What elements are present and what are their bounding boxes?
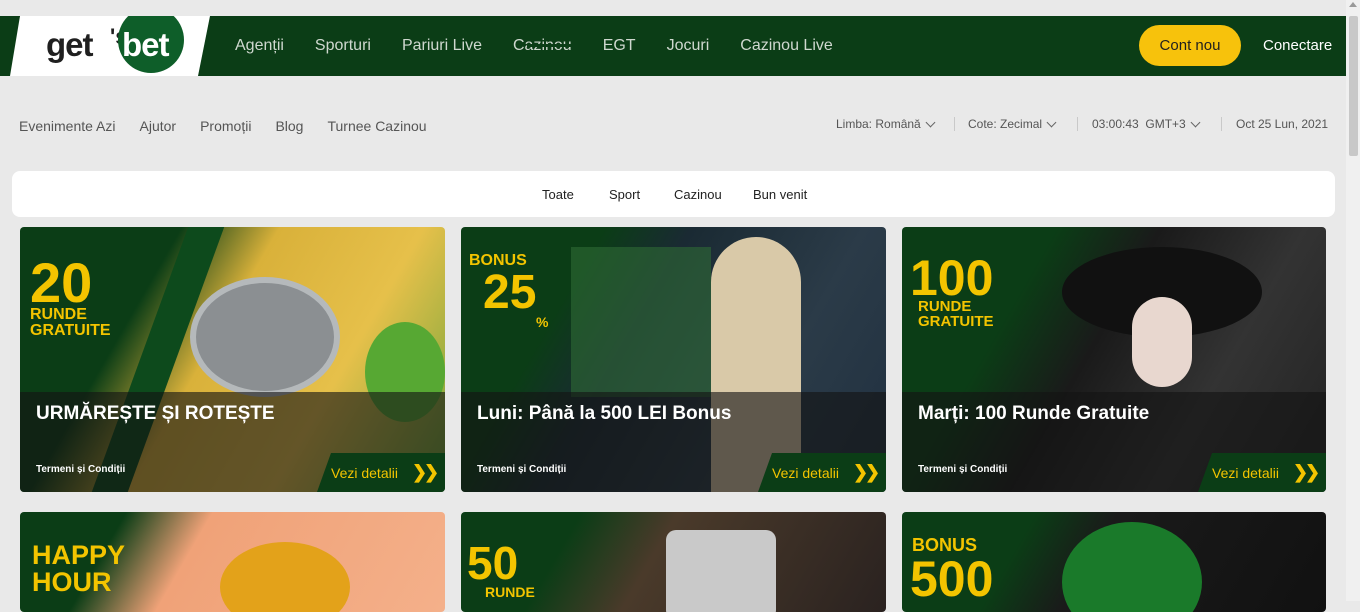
safe-door-image xyxy=(190,277,340,397)
promo-card[interactable]: 50 RUNDE xyxy=(461,512,886,612)
top-navbar: get 's bet Agenții Sporturi Pariuri Live… xyxy=(0,16,1346,76)
hooded-figure-image xyxy=(1062,522,1202,612)
chevron-down-icon xyxy=(1190,117,1201,127)
current-date: Oct 25 Lun, 2021 xyxy=(1236,117,1328,131)
percent-sign: % xyxy=(536,314,549,330)
link-promotii[interactable]: Promoții xyxy=(200,118,251,134)
double-arrow-icon: ❯❯ xyxy=(852,462,880,482)
card-big-number: 20 xyxy=(30,251,93,314)
phone-image xyxy=(666,530,776,612)
card-title: Marți: 100 Runde Gratuite xyxy=(918,403,1150,424)
promo-card[interactable]: 100 RUNDE GRATUITE Marți: 100 Runde Grat… xyxy=(902,227,1326,492)
scrollbar[interactable] xyxy=(1346,0,1360,601)
chevron-down-icon xyxy=(925,117,936,127)
link-ajutor[interactable]: Ajutor xyxy=(140,118,177,134)
tab-toate[interactable]: Toate xyxy=(542,187,574,202)
nav-sporturi[interactable]: Sporturi xyxy=(315,37,371,55)
language-select[interactable]: Limba: Română xyxy=(836,117,936,131)
chevron-down-icon xyxy=(1046,117,1057,127)
card-subtitle: RUNDE GRATUITE xyxy=(30,306,111,339)
register-button[interactable]: Cont nou xyxy=(1139,25,1241,66)
card-subtitle: RUNDE GRATUITE xyxy=(918,298,994,330)
card-big-number: 50 xyxy=(467,537,519,589)
login-button[interactable]: Conectare xyxy=(1263,37,1332,54)
timezone-select[interactable]: 03:00:43 GMT+3 xyxy=(1092,117,1201,131)
details-label: Vezi detalii xyxy=(1212,464,1279,481)
scroll-up-icon[interactable] xyxy=(1349,2,1357,7)
double-arrow-icon: ❯❯ xyxy=(411,462,439,482)
card-subtitle: RUNDE xyxy=(485,584,535,600)
details-label: Vezi detalii xyxy=(331,464,398,481)
card-title: URMĂREȘTE ȘI ROTEȘTE xyxy=(36,403,275,424)
logo[interactable]: get 's bet xyxy=(0,16,210,76)
odds-select[interactable]: Cote: Zecimal xyxy=(968,117,1057,131)
logo-text-gets: get xyxy=(46,26,93,63)
details-button[interactable]: Vezi detalii ❯❯ xyxy=(317,453,445,492)
divider xyxy=(954,117,955,131)
scrollbar-thumb[interactable] xyxy=(1349,16,1358,156)
odds-label: Cote: xyxy=(968,117,997,131)
nav-pariuri-live[interactable]: Pariuri Live xyxy=(402,37,482,55)
promo-card[interactable]: BONUS 25 % Luni: Până la 500 LEI Bonus T… xyxy=(461,227,886,492)
card-big-number: 500 xyxy=(910,551,994,607)
slot-machines-image xyxy=(571,247,711,397)
link-turnee-cazinou[interactable]: Turnee Cazinou xyxy=(327,118,426,134)
language-value: Română xyxy=(875,117,921,131)
tab-bun-venit[interactable]: Bun venit xyxy=(753,187,807,202)
nav-egt[interactable]: EGT xyxy=(603,37,636,55)
link-blog[interactable]: Blog xyxy=(275,118,303,134)
promo-tabs: Toate Sport Cazinou Bun venit xyxy=(12,171,1335,217)
double-arrow-icon: ❯❯ xyxy=(1292,462,1320,482)
secondary-nav: Evenimente Azi Ajutor Promoții Blog Turn… xyxy=(19,118,451,134)
logo-text-bet: bet xyxy=(122,26,169,63)
active-tab-indicator xyxy=(527,44,590,47)
divider xyxy=(1077,117,1078,131)
terms-link[interactable]: Termeni și Condiții xyxy=(918,464,1007,475)
nav-cazinou-live[interactable]: Cazinou Live xyxy=(740,37,833,55)
tab-cazinou[interactable]: Cazinou xyxy=(674,187,722,202)
card-big-number: 25 xyxy=(483,266,537,319)
nav-jocuri[interactable]: Jocuri xyxy=(667,37,710,55)
details-button[interactable]: Vezi detalii ❯❯ xyxy=(758,453,886,492)
card-big-number: HAPPY HOUR xyxy=(32,540,125,597)
promo-card[interactable]: HAPPY HOUR xyxy=(20,512,445,612)
tab-sport[interactable]: Sport xyxy=(609,187,640,202)
divider xyxy=(1221,117,1222,131)
language-label: Limba: xyxy=(836,117,873,131)
promo-card[interactable]: 20 RUNDE GRATUITE URMĂREȘTE ȘI ROTEȘTE T… xyxy=(20,227,445,492)
alarm-clock-image xyxy=(220,542,350,612)
card-title: Luni: Până la 500 LEI Bonus xyxy=(477,403,732,424)
promo-card[interactable]: BONUS 500 xyxy=(902,512,1326,612)
terms-link[interactable]: Termeni și Condiții xyxy=(36,464,125,475)
timezone-value: GMT+3 xyxy=(1145,117,1186,131)
details-label: Vezi detalii xyxy=(772,464,839,481)
nav-agentii[interactable]: Agenții xyxy=(235,37,284,55)
clock-time: 03:00:43 xyxy=(1092,117,1139,131)
terms-link[interactable]: Termeni și Condiții xyxy=(477,464,566,475)
link-evenimente-azi[interactable]: Evenimente Azi xyxy=(19,118,116,134)
date-text: Oct 25 Lun, 2021 xyxy=(1236,117,1329,131)
odds-value: Zecimal xyxy=(1000,117,1043,131)
details-button[interactable]: Vezi detalii ❯❯ xyxy=(1198,453,1326,492)
woman-face-image xyxy=(1132,297,1192,387)
card-big-number: 100 xyxy=(910,250,994,306)
